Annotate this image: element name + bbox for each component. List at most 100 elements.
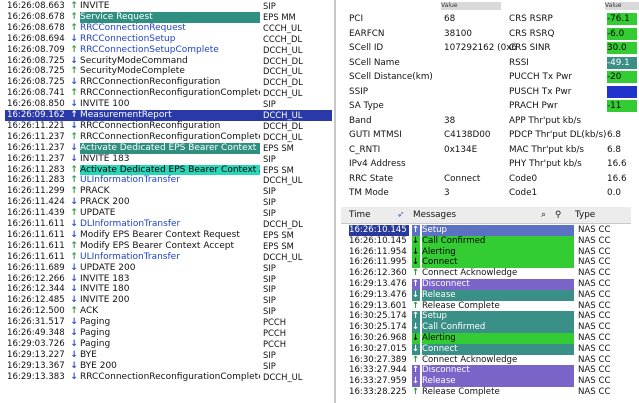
message-time: 16:26:11.995	[349, 257, 407, 268]
arrow-down-icon: ↓	[412, 289, 420, 301]
event-row[interactable]: 16:26:11.237 ↓ Activate Dedicated EPS Bear…	[5, 142, 332, 154]
event-row[interactable]: 16:26:08.850 ↓ INVITE 100 SIP	[5, 99, 332, 110]
message-row[interactable]: 16:29:13.476 ↑ Disconnect NAS CC	[341, 279, 631, 290]
message-time: 16:33:27.959	[349, 376, 407, 387]
event-row[interactable]: 16:26:11.283 ↑ ULInformationTransfer DCCH_U…	[5, 175, 332, 186]
message-row[interactable]: 16:26:10.145 ↑ Setup NAS CC	[341, 225, 631, 236]
stat-label: PUCCH Tx Pwr	[509, 72, 572, 82]
event-row[interactable]: 16:26:08.741 ↑ RRCConnectionReconfiguratio…	[5, 88, 332, 99]
stat-label: GUTI MTMSI	[349, 130, 402, 140]
time-column-header[interactable]: Time	[349, 207, 371, 223]
filter-icon[interactable]: ⚲	[555, 207, 561, 223]
messages-column-header[interactable]: Messages	[413, 207, 456, 223]
event-name: Modify EPS Bearer Context Accept	[80, 240, 234, 251]
arrow-up-icon: ↑	[70, 306, 78, 317]
message-row[interactable]: 16:26:11.954 ↓ Alerting NAS CC	[341, 246, 631, 258]
message-row[interactable]: 16:33:28.225 ↑ Release Complete NAS CC	[341, 387, 631, 398]
stat-label: SCell ID	[349, 43, 384, 53]
event-row[interactable]: 16:26:08.678 ↑ Service Request EPS MM	[5, 11, 332, 23]
arrow-up-icon: ↑	[412, 268, 420, 279]
message-row[interactable]: 16:26:12.360 ↑ Connect Acknowledge NAS CC	[341, 268, 631, 279]
event-time: 16:26:12.344	[7, 284, 65, 295]
event-row[interactable]: 16:26:12.485 ↓ INVITE 200 SIP	[5, 295, 332, 306]
arrow-up-icon: ↑	[412, 225, 420, 236]
event-row[interactable]: 16:26:11.237 ↑ RRCConnectionReconfiguratio…	[5, 132, 332, 143]
stat-value: 38100	[444, 28, 472, 39]
event-row[interactable]: 16:29:03.726 ↓ Paging PCCH	[5, 339, 332, 350]
event-channel: EPS SM	[263, 164, 294, 175]
arrow-down-icon: ↓	[70, 197, 78, 208]
event-row[interactable]: 16:29:13.227 ↓ BYE SIP	[5, 350, 332, 361]
event-row[interactable]: 16:26:49.348 ↓ Paging PCCH	[5, 328, 332, 339]
event-row[interactable]: 16:26:11.237 ↓ INVITE 183 SIP	[5, 154, 332, 165]
arrow-down-icon: ↓	[70, 262, 78, 273]
event-time: 16:29:13.383	[7, 371, 65, 382]
event-time: 16:26:11.424	[7, 197, 65, 208]
type-column-header[interactable]: Type	[575, 207, 595, 223]
arrow-up-icon: ↑	[70, 22, 78, 33]
message-row[interactable]: 16:26:10.145 ↓ Call Confirmed NAS CC	[341, 235, 631, 247]
event-channel: PCCH	[263, 328, 287, 338]
pin-icon[interactable]: ➶	[397, 207, 404, 223]
event-channel: EPS SM	[263, 229, 294, 240]
message-type: NAS CC	[578, 333, 611, 343]
stat-label: CRS RSRP	[509, 14, 553, 24]
event-row[interactable]: 16:26:11.299 ↑ PRACK SIP	[5, 186, 332, 197]
message-row[interactable]: 16:26:11.995 ↓ Connect NAS CC	[341, 257, 631, 269]
event-name: INVITE	[80, 1, 110, 11]
message-time: 16:30:26.968	[349, 333, 407, 343]
stats-value-label-left: Value	[441, 2, 458, 9]
event-row[interactable]: 16:26:08.709 ↑ RRCConnectionSetupComplete D…	[5, 45, 332, 56]
event-name: BYE	[80, 349, 97, 360]
event-row[interactable]: 16:26:11.611 ↑ ULInformationTransfer DCCH_U…	[5, 252, 332, 263]
message-type: NAS CC	[578, 311, 611, 322]
arrow-up-icon: ↑	[70, 175, 78, 186]
message-row[interactable]: 16:30:27.389 ↑ Connect Acknowledge NAS CC	[341, 355, 631, 366]
event-row[interactable]: 16:26:12.500 ↑ ACK SIP	[5, 306, 332, 317]
stat-label: PRACH Pwr	[509, 101, 558, 111]
message-row[interactable]: 16:30:25.174 ↑ Setup NAS CC	[341, 311, 631, 323]
event-row[interactable]: 16:26:11.439 ↑ UPDATE SIP	[5, 208, 332, 219]
search-icon[interactable]: ⌕	[541, 207, 546, 223]
stat-value-bar: 6.8	[607, 144, 621, 155]
event-channel: DCCH_UL	[263, 251, 303, 262]
message-row[interactable]: 16:30:25.174 ↓ Call Confirmed NAS CC	[341, 322, 631, 333]
message-name: Setup	[422, 311, 574, 323]
event-row[interactable]: 16:26:11.611 ↑ Modify EPS Bearer Context A…	[5, 241, 332, 252]
stat-value: 38	[444, 115, 456, 126]
event-row[interactable]: 16:26:08.678 ↑ RRCConnectionRequest CCCH_UL	[5, 23, 332, 34]
event-row[interactable]: 16:26:08.694 ↓ RRCConnectionSetup CCCH_DL	[5, 34, 332, 45]
event-row[interactable]: 16:26:11.611 ↓ DLInformationTransfer DCCH_D…	[5, 219, 332, 230]
event-row[interactable]: 16:26:09.162 ↑ MeasurementReport DCCH_UL	[5, 110, 332, 121]
event-row[interactable]: 16:26:12.266 ↓ INVITE 183 SIP	[5, 274, 332, 285]
event-channel: PCCH	[263, 338, 287, 349]
event-row[interactable]: 16:26:08.725 ↑ SecurityModeComplete DCCH_UL	[5, 66, 332, 77]
message-name: Connect Acknowledge	[422, 354, 518, 365]
message-row[interactable]: 16:33:27.944 ↑ Disconnect NAS CC	[341, 365, 631, 377]
message-row[interactable]: 16:30:26.968 ↓ Alerting NAS CC	[341, 333, 631, 344]
event-row[interactable]: 16:26:11.424 ↓ PRACK 200 SIP	[5, 197, 332, 208]
message-type: NAS CC	[578, 246, 611, 257]
message-row[interactable]: 16:33:27.959 ↓ Release NAS CC	[341, 376, 631, 387]
message-time: 16:29:13.476	[349, 279, 407, 289]
message-row[interactable]: 16:29:13.601 ↑ Release Complete NAS CC	[341, 301, 631, 312]
arrow-down-icon: ↓	[70, 371, 78, 382]
panel-divider[interactable]	[334, 0, 336, 403]
arrow-down-icon: ↓	[70, 328, 78, 338]
event-row[interactable]: 16:26:31.517 ↓ Paging PCCH	[5, 317, 332, 328]
event-row[interactable]: 16:29:13.367 ↓ BYE 200 SIP	[5, 361, 332, 372]
message-row[interactable]: 16:29:13.476 ↓ Release NAS CC	[341, 289, 631, 301]
event-channel: CCCH_DL	[263, 33, 303, 44]
event-row[interactable]: 16:26:08.663 ↑ INVITE SIP	[5, 1, 332, 12]
event-time: 16:26:08.678	[7, 22, 65, 33]
event-row[interactable]: 16:26:11.611 ↓ Modify EPS Bearer Context R…	[5, 230, 332, 241]
event-row[interactable]: 16:29:13.383 ↓ RRCConnectionReconfiguratio…	[5, 372, 332, 383]
event-row[interactable]: 16:26:11.221 ↓ RRCConnectionReconfiguratio…	[5, 121, 332, 132]
event-time: 16:26:11.611	[7, 251, 65, 262]
message-row[interactable]: 16:30:27.015 ↓ Connect NAS CC	[341, 343, 631, 355]
event-row[interactable]: 16:26:11.689 ↓ UPDATE 200 SIP	[5, 263, 332, 274]
event-row[interactable]: 16:26:12.344 ↓ INVITE 180 SIP	[5, 284, 332, 295]
event-row[interactable]: 16:26:11.283 ↑ Activate Dedicated EPS Bear…	[5, 164, 332, 176]
event-row[interactable]: 16:26:08.725 ↓ SecurityModeCommand DCCH_DL	[5, 56, 332, 67]
event-row[interactable]: 16:26:08.725 ↓ RRCConnectionReconfiguratio…	[5, 77, 332, 88]
